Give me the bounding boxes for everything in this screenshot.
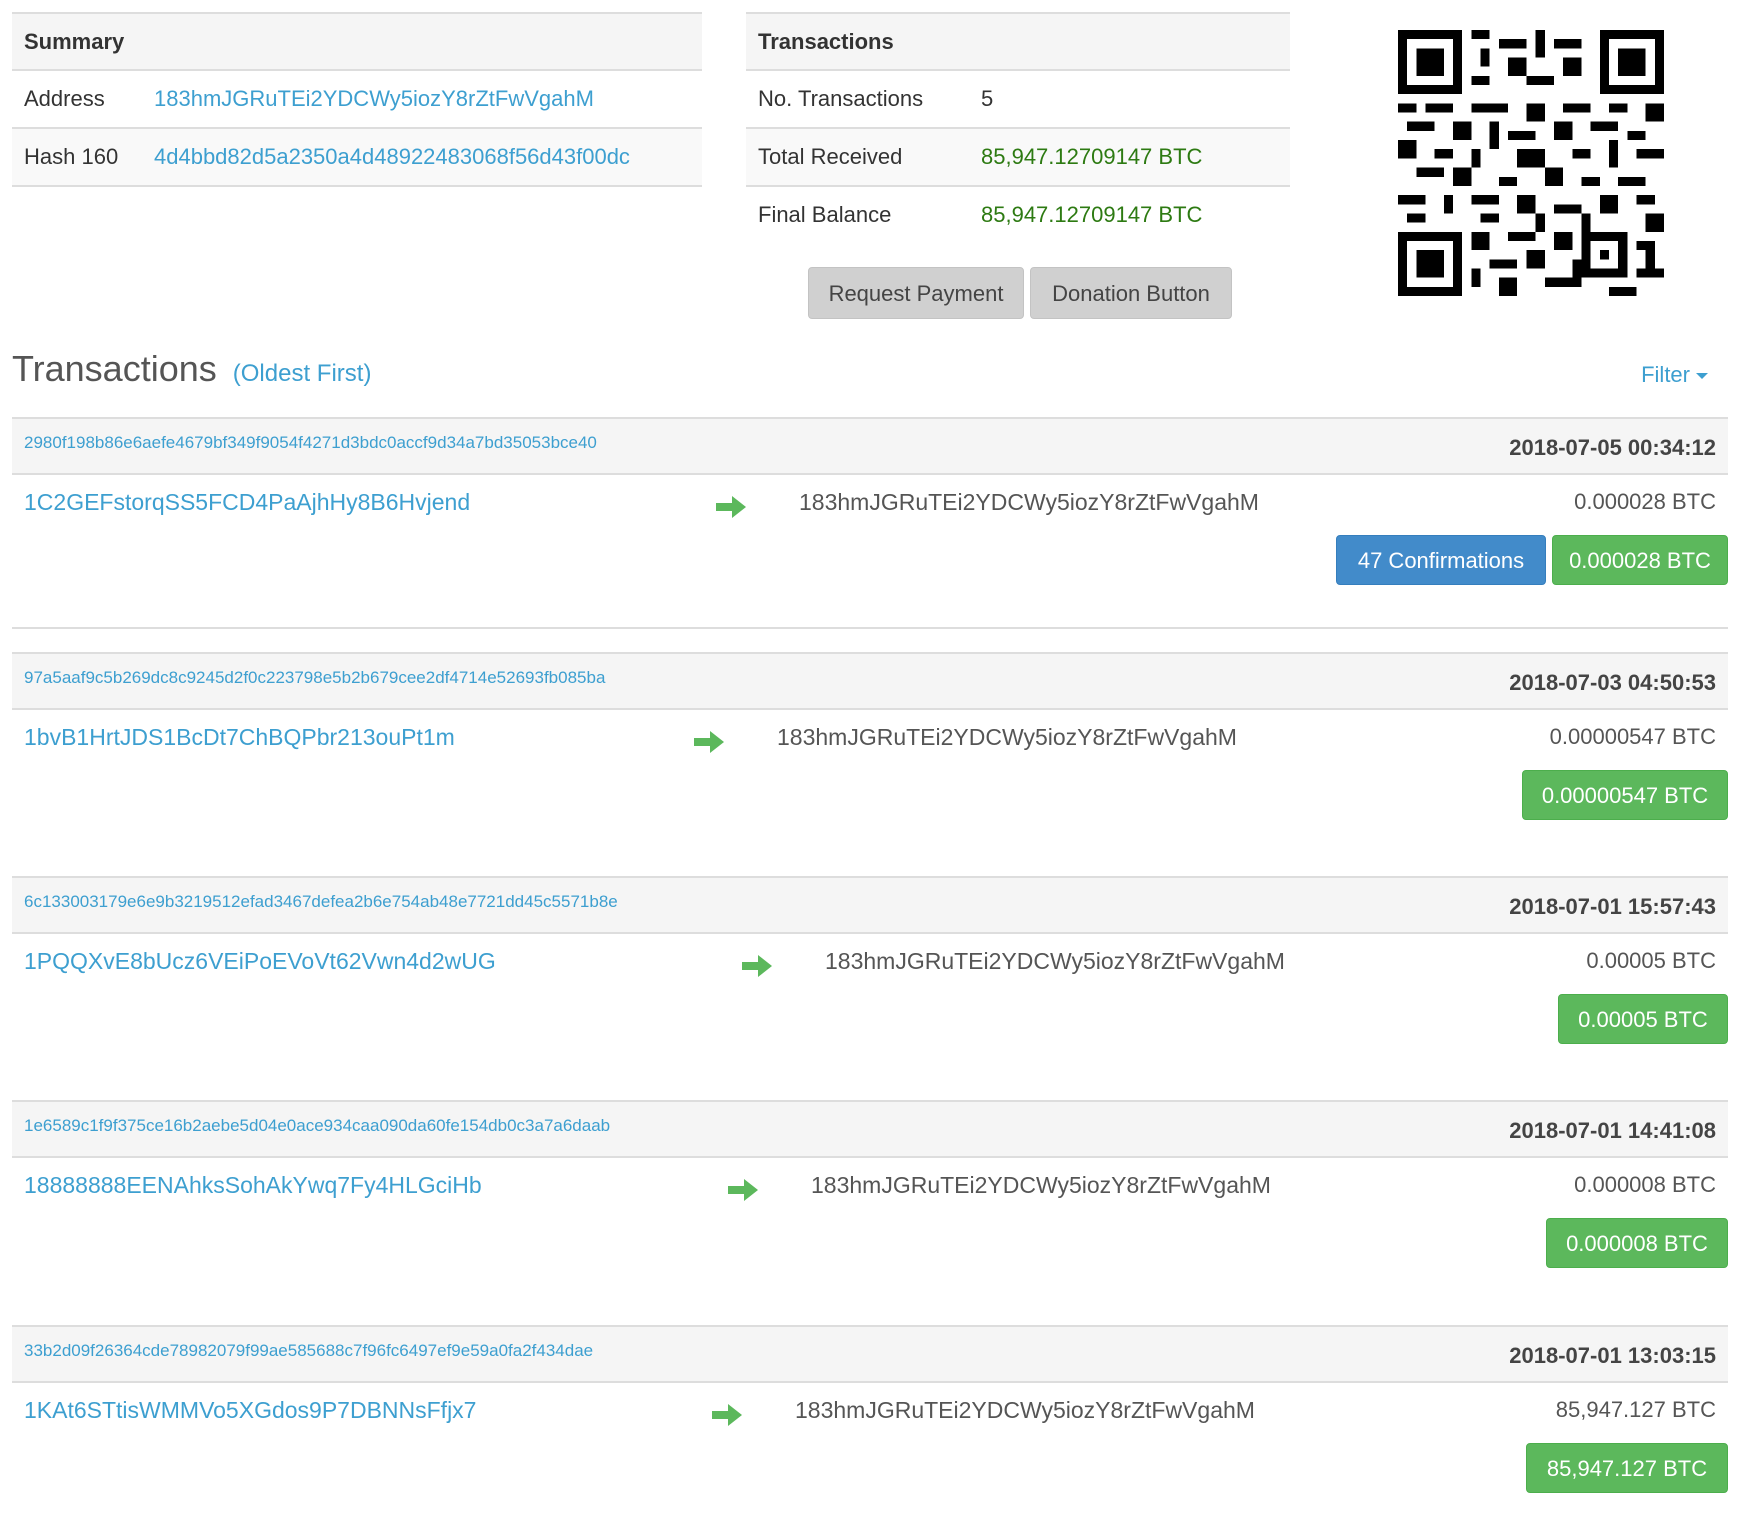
request-payment-button[interactable]: Request Payment — [808, 267, 1024, 319]
tx-hash-row: 2980f198b86e6aefe4679bf349f9054f4271d3bd… — [12, 417, 1728, 475]
final-balance-label: Final Balance — [758, 202, 892, 227]
tx-value-badge[interactable]: 0.000008 BTC — [1546, 1218, 1728, 1268]
tx-date: 2018-07-05 00:34:12 — [1509, 435, 1716, 460]
summary-table: Summary Address 183hmJGRuTEi2YDCWy5iozY8… — [12, 12, 702, 187]
confirmations-badge[interactable]: 47 Confirmations — [1336, 535, 1546, 585]
total-received-label: Total Received — [758, 144, 903, 169]
tx-from-address-link[interactable]: 1bvB1HrtJDS1BcDt7ChBQPbr213ouPt1m — [24, 724, 455, 751]
hash160-label: Hash 160 — [24, 144, 119, 169]
summary-address-row: Address 183hmJGRuTEi2YDCWy5iozY8rZtFwVga… — [12, 71, 702, 129]
tx-from-address-link[interactable]: 1PQQXvE8bUcz6VEiPoEVoVt62Vwn4d2wUG — [24, 948, 496, 975]
arrow-right-icon — [742, 955, 772, 977]
final-balance-value: 85,947.12709147 BTC — [981, 202, 1203, 227]
tx-value-badge[interactable]: 0.000028 BTC — [1552, 535, 1728, 585]
qr-code-icon — [1398, 30, 1664, 296]
arrow-right-icon — [694, 731, 724, 753]
arrow-right-icon — [728, 1179, 758, 1201]
tx-to-address: 183hmJGRuTEi2YDCWy5iozY8rZtFwVgahM — [825, 948, 1285, 974]
transactions-title-text: Transactions — [12, 348, 217, 389]
tx-to-address: 183hmJGRuTEi2YDCWy5iozY8rZtFwVgahM — [811, 1172, 1271, 1198]
transaction-block: 97a5aaf9c5b269dc8c9245d2f0c223798e5b2b67… — [12, 652, 1728, 860]
tx-date: 2018-07-01 15:57:43 — [1509, 894, 1716, 919]
tx-from-address-link[interactable]: 1KAt6STtisWMMVo5XGdos9P7DBNNsFfjx7 — [24, 1397, 476, 1424]
transaction-block: 6c133003179e6e9b3219512efad3467defea2b6e… — [12, 876, 1728, 1084]
summary-hash-row: Hash 160 4d4bbd82d5a2350a4d48922483068f5… — [12, 129, 702, 187]
address-label: Address — [24, 86, 105, 111]
tx-body: 1bvB1HrtJDS1BcDt7ChBQPbr213ouPt1m 183hmJ… — [12, 710, 1728, 860]
tx-body: 18888888EENAhksSohAkYwq7Fy4HLGciHb 183hm… — [12, 1158, 1728, 1308]
tx-amount: 0.00000547 BTC — [1549, 724, 1716, 749]
tx-to-address: 183hmJGRuTEi2YDCWy5iozY8rZtFwVgahM — [799, 489, 1259, 515]
tx-body: 1KAt6STtisWMMVo5XGdos9P7DBNNsFfjx7 183hm… — [12, 1383, 1728, 1533]
tx-date: 2018-07-01 13:03:15 — [1509, 1343, 1716, 1368]
total-received-row: Total Received 85,947.12709147 BTC — [746, 129, 1290, 187]
tx-hash-link[interactable]: 2980f198b86e6aefe4679bf349f9054f4271d3bd… — [24, 433, 597, 453]
divider — [12, 627, 1728, 629]
tx-amount: 0.000008 BTC — [1574, 1172, 1716, 1197]
tx-to-address: 183hmJGRuTEi2YDCWy5iozY8rZtFwVgahM — [777, 724, 1237, 750]
transactions-summary-table: Transactions No. Transactions 5 Total Re… — [746, 12, 1290, 243]
tx-hash-link[interactable]: 1e6589c1f9f375ce16b2aebe5d04e0ace934caa0… — [24, 1116, 610, 1136]
tx-amount: 85,947.127 BTC — [1555, 1397, 1716, 1422]
tx-hash-row: 97a5aaf9c5b269dc8c9245d2f0c223798e5b2b67… — [12, 652, 1728, 710]
tx-hash-link[interactable]: 6c133003179e6e9b3219512efad3467defea2b6e… — [24, 892, 618, 912]
tx-from-address-link[interactable]: 18888888EENAhksSohAkYwq7Fy4HLGciHb — [24, 1172, 482, 1199]
tx-count-label: No. Transactions — [758, 86, 924, 111]
tx-hash-link[interactable]: 97a5aaf9c5b269dc8c9245d2f0c223798e5b2b67… — [24, 668, 605, 688]
tx-hash-link[interactable]: 33b2d09f26364cde78982079f99ae585688c7f96… — [24, 1341, 593, 1361]
tx-body: 1PQQXvE8bUcz6VEiPoEVoVt62Vwn4d2wUG 183hm… — [12, 934, 1728, 1084]
summary-heading: Summary — [12, 12, 702, 71]
hash160-link[interactable]: 4d4bbd82d5a2350a4d48922483068f56d43f00dc — [154, 129, 630, 185]
donation-button[interactable]: Donation Button — [1030, 267, 1232, 319]
filter-dropdown[interactable]: Filter — [1641, 362, 1708, 388]
tx-count-value: 5 — [981, 86, 994, 111]
arrow-right-icon — [716, 496, 746, 518]
tx-value-badge[interactable]: 85,947.127 BTC — [1526, 1443, 1728, 1493]
transactions-title: Transactions (Oldest First) — [12, 348, 371, 390]
tx-amount: 0.000028 BTC — [1574, 489, 1716, 514]
tx-date: 2018-07-01 14:41:08 — [1509, 1118, 1716, 1143]
tx-count-row: No. Transactions 5 — [746, 71, 1290, 129]
transaction-block: 2980f198b86e6aefe4679bf349f9054f4271d3bd… — [12, 417, 1728, 625]
tx-hash-row: 33b2d09f26364cde78982079f99ae585688c7f96… — [12, 1325, 1728, 1383]
tx-value-badge[interactable]: 0.00005 BTC — [1558, 994, 1728, 1044]
tx-hash-row: 6c133003179e6e9b3219512efad3467defea2b6e… — [12, 876, 1728, 934]
tx-hash-row: 1e6589c1f9f375ce16b2aebe5d04e0ace934caa0… — [12, 1100, 1728, 1158]
tx-body: 1C2GEFstorqSS5FCD4PaAjhHy8B6Hvjend 183hm… — [12, 475, 1728, 625]
arrow-right-icon — [712, 1404, 742, 1426]
tx-from-address-link[interactable]: 1C2GEFstorqSS5FCD4PaAjhHy8B6Hvjend — [24, 489, 470, 516]
tx-value-badge[interactable]: 0.00000547 BTC — [1522, 770, 1728, 820]
tx-date: 2018-07-03 04:50:53 — [1509, 670, 1716, 695]
address-link[interactable]: 183hmJGRuTEi2YDCWy5iozY8rZtFwVgahM — [154, 71, 594, 127]
filter-label: Filter — [1641, 362, 1690, 387]
total-received-value: 85,947.12709147 BTC — [981, 144, 1203, 169]
oldest-first-link[interactable]: (Oldest First) — [233, 360, 372, 387]
final-balance-row: Final Balance 85,947.12709147 BTC — [746, 187, 1290, 243]
tx-to-address: 183hmJGRuTEi2YDCWy5iozY8rZtFwVgahM — [795, 1397, 1255, 1423]
caret-down-icon — [1696, 373, 1708, 380]
transaction-block: 1e6589c1f9f375ce16b2aebe5d04e0ace934caa0… — [12, 1100, 1728, 1308]
transactions-summary-heading: Transactions — [746, 12, 1290, 71]
tx-amount: 0.00005 BTC — [1586, 948, 1716, 973]
